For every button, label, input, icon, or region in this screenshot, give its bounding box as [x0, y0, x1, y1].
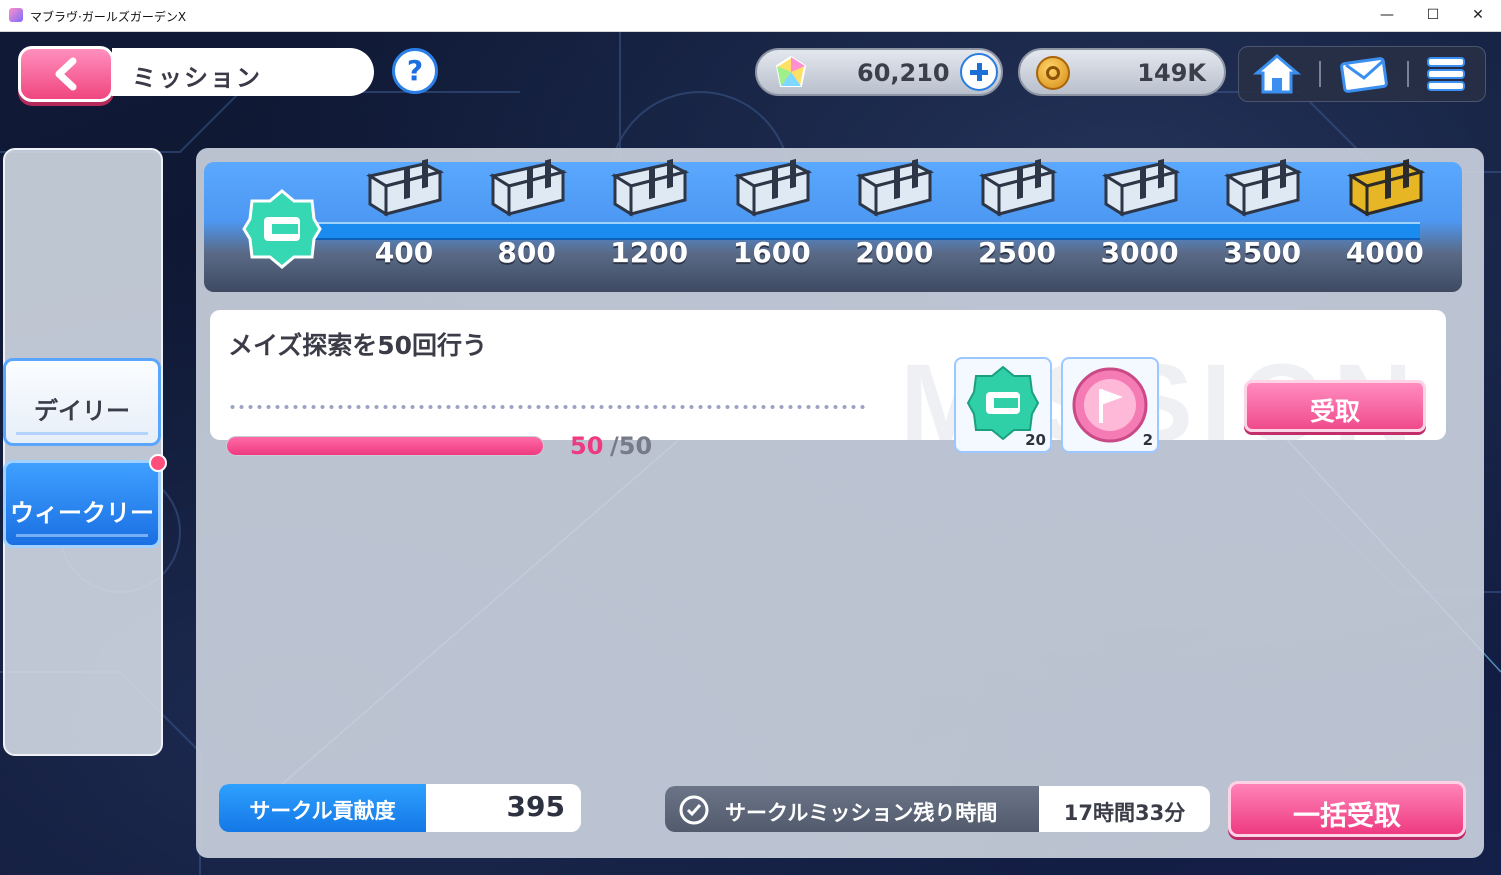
silver-chest-icon[interactable]: [487, 158, 567, 218]
page-title-bar: ミッション: [112, 48, 374, 96]
silver-chest-icon[interactable]: [732, 158, 812, 218]
milestone-label: 800: [497, 236, 556, 269]
milestone-label: 3500: [1223, 236, 1302, 269]
game-screen: ミッション ? 60,210 149K デイリー ウィークリー 400 800 …: [0, 32, 1501, 875]
back-button[interactable]: [18, 46, 114, 102]
bulk-claim-button[interactable]: 一括受取: [1228, 781, 1466, 837]
tab-decoration: [16, 432, 148, 435]
gem-icon: [775, 55, 807, 87]
window-titlebar: マブラヴ·ガールズガーデンX — ☐ ✕: [0, 0, 1501, 32]
milestone-label: 1200: [610, 236, 689, 269]
mission-progress-fill: [227, 437, 543, 455]
tab-weekly-label: ウィークリー: [10, 499, 154, 527]
coin-icon: [1036, 56, 1070, 90]
bulk-claim-label: 一括受取: [1293, 801, 1401, 832]
nav-divider: [1319, 61, 1321, 87]
reward-item[interactable]: 20: [954, 357, 1052, 453]
app-icon: [9, 8, 23, 22]
reward-item[interactable]: 2: [1061, 357, 1159, 453]
mission-progress-bar: [226, 436, 544, 456]
tab-decoration: [16, 534, 148, 537]
claim-button-label: 受取: [1309, 397, 1360, 426]
coin-value: 149K: [1137, 59, 1206, 87]
clock-icon: [679, 795, 709, 825]
tab-daily-label: デイリー: [34, 397, 130, 425]
maximize-button[interactable]: ☐: [1410, 0, 1456, 31]
tab-panel: [3, 148, 163, 756]
contribution-label-box: サークル貢献度: [219, 784, 426, 832]
timer-label: サークルミッション残り時間: [725, 801, 998, 825]
minimize-button[interactable]: —: [1364, 0, 1410, 31]
mission-title: メイズ探索を50回行う: [228, 331, 488, 360]
reward-qty: 2: [1142, 431, 1153, 449]
contribution-label: サークル貢献度: [249, 799, 396, 823]
page-title: ミッション: [132, 64, 262, 92]
menu-icon[interactable]: [1425, 53, 1467, 95]
silver-chest-icon[interactable]: [1100, 158, 1180, 218]
gold-chest-icon[interactable]: [1345, 158, 1425, 218]
silver-chest-icon[interactable]: [854, 158, 935, 218]
milestone-label: 2000: [855, 236, 934, 269]
coin-counter: 149K: [1018, 48, 1226, 96]
help-button[interactable]: ?: [392, 48, 438, 94]
timer-value: 17時間33分: [1063, 801, 1186, 825]
tab-daily[interactable]: デイリー: [3, 358, 161, 446]
add-gems-button[interactable]: [960, 53, 998, 91]
contribution-value: 395: [506, 790, 565, 823]
reward-qty: 20: [1025, 431, 1046, 449]
gem-counter: 60,210: [755, 48, 1003, 96]
nav-divider: [1407, 61, 1409, 87]
notification-badge: [149, 454, 167, 472]
silver-chest-icon[interactable]: [609, 158, 690, 218]
timer-label-box: サークルミッション残り時間: [665, 786, 1039, 832]
dotted-divider: [228, 404, 868, 410]
milestone-label: 2500: [978, 236, 1056, 269]
top-nav: [1238, 46, 1486, 102]
milestone-label: 4000: [1345, 236, 1424, 269]
home-icon[interactable]: [1253, 53, 1301, 95]
circle-mission-timer: サークルミッション残り時間 17時間33分: [665, 786, 1210, 832]
close-button[interactable]: ✕: [1455, 0, 1501, 31]
milestone-label: 3000: [1100, 236, 1179, 269]
circle-points-icon: [242, 189, 322, 269]
progress-current: 50: [570, 432, 604, 460]
silver-chest-icon[interactable]: [977, 158, 1057, 218]
tab-weekly[interactable]: ウィークリー: [3, 460, 161, 548]
mail-icon[interactable]: [1339, 53, 1389, 95]
silver-chest-icon[interactable]: [1222, 158, 1303, 218]
claim-button[interactable]: 受取: [1244, 380, 1426, 432]
window-title: マブラヴ·ガールズガーデンX: [30, 10, 187, 24]
silver-chest-icon[interactable]: [364, 158, 444, 218]
milestone-label: 400: [374, 236, 434, 269]
progress-max: /50: [610, 432, 653, 460]
chevron-left-icon: [55, 57, 77, 91]
milestone-label: 1600: [732, 236, 811, 269]
circle-contribution: サークル貢献度 395: [219, 784, 581, 832]
gem-value: 60,210: [857, 59, 950, 87]
